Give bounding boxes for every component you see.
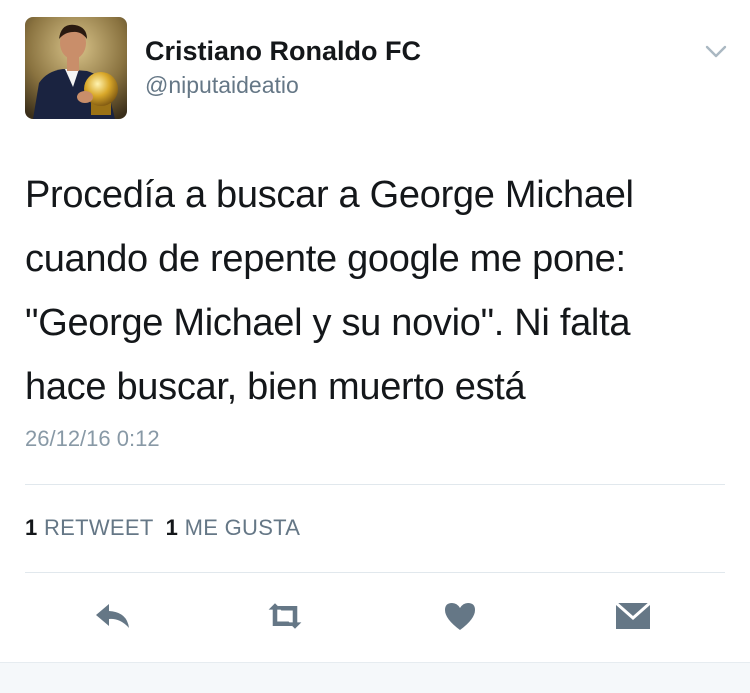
retweets-count: 1 [25,515,38,540]
retweets-stat[interactable]: 1 RETWEET [25,515,154,540]
chevron-down-icon[interactable] [704,43,728,61]
bottom-bar [0,662,750,693]
likes-stat[interactable]: 1 ME GUSTA [166,515,301,540]
divider [25,484,725,485]
likes-count: 1 [165,515,179,540]
tweet-text-line: Procedía a buscar a George Michael [25,174,634,216]
tweet-stats: 1 RETWEET 1 ME GUSTA [25,515,300,541]
tweet-text-line: "George Michael y su novio". Ni falta [25,302,631,344]
like-button[interactable] [440,598,480,634]
tweet-detail: Cristiano Ronaldo FC @niputaideatio Proc… [0,0,750,662]
likes-label: ME GUSTA [184,515,301,540]
avatar-image [25,17,127,119]
direct-message-button[interactable] [613,598,653,634]
tweet-text: Procedía a buscar a George Michael cuand… [25,163,730,419]
tweet-timestamp: 26/12/16 0:12 [25,426,160,451]
author-name[interactable]: Cristiano Ronaldo FC [145,36,421,67]
heart-icon [445,603,475,630]
tweet-text-line: cuando de repente google me pone: [25,238,626,280]
retweets-label: RETWEET [43,515,154,540]
direct-message-icon [615,601,651,629]
tweet-text-line: hace buscar, bien muerto está [25,366,526,408]
reply-icon [96,604,129,628]
avatar[interactable] [25,17,127,119]
author-handle[interactable]: @niputaideatio [145,72,299,99]
retweet-icon [268,603,302,629]
reply-button[interactable] [93,598,133,634]
divider [25,572,725,573]
retweet-button[interactable] [265,598,305,634]
